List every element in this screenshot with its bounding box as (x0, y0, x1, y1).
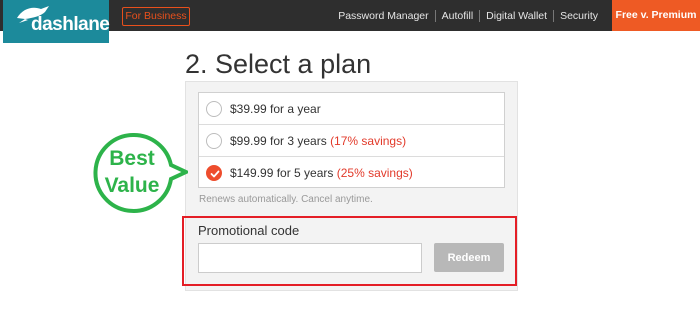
logo-link[interactable]: dashlane (3, 0, 110, 43)
free-vs-premium-button[interactable]: Free v. Premium (612, 0, 700, 31)
plan-list: $39.99 for a year $99.99 for 3 years (17… (198, 92, 505, 188)
brand-name: dashlane (31, 14, 110, 35)
checkmark-icon (210, 170, 220, 178)
savings-text: (17% savings) (330, 134, 407, 148)
renews-note: Renews automatically. Cancel anytime. (199, 194, 373, 205)
promo-code-input[interactable] (198, 243, 422, 273)
nav-password-manager[interactable]: Password Manager (332, 10, 434, 22)
nav-digital-wallet[interactable]: Digital Wallet (480, 10, 553, 22)
plan-option-3-years[interactable]: $99.99 for 3 years (17% savings) (199, 125, 504, 157)
main-nav: Password Manager Autofill Digital Wallet… (332, 0, 604, 31)
radio-button[interactable] (206, 133, 222, 149)
nav-autofill[interactable]: Autofill (436, 10, 480, 22)
for-business-button[interactable]: For Business (122, 7, 190, 26)
savings-text: (25% savings) (336, 166, 413, 180)
plan-label: $99.99 for 3 years (17% savings) (230, 134, 407, 148)
plan-option-5-years[interactable]: $149.99 for 5 years (25% savings) (199, 157, 504, 189)
promo-code-label: Promotional code (198, 223, 300, 238)
page-title: 2. Select a plan (185, 49, 372, 79)
nav-security[interactable]: Security (554, 10, 604, 22)
plan-label: $39.99 for a year (230, 102, 321, 116)
plan-label: $149.99 for 5 years (25% savings) (230, 166, 413, 180)
redeem-button[interactable]: Redeem (434, 243, 504, 272)
plan-option-1-year[interactable]: $39.99 for a year (199, 93, 504, 125)
best-value-text: Best Value (104, 147, 160, 197)
radio-button[interactable] (206, 101, 222, 117)
radio-button-selected[interactable] (206, 165, 222, 181)
